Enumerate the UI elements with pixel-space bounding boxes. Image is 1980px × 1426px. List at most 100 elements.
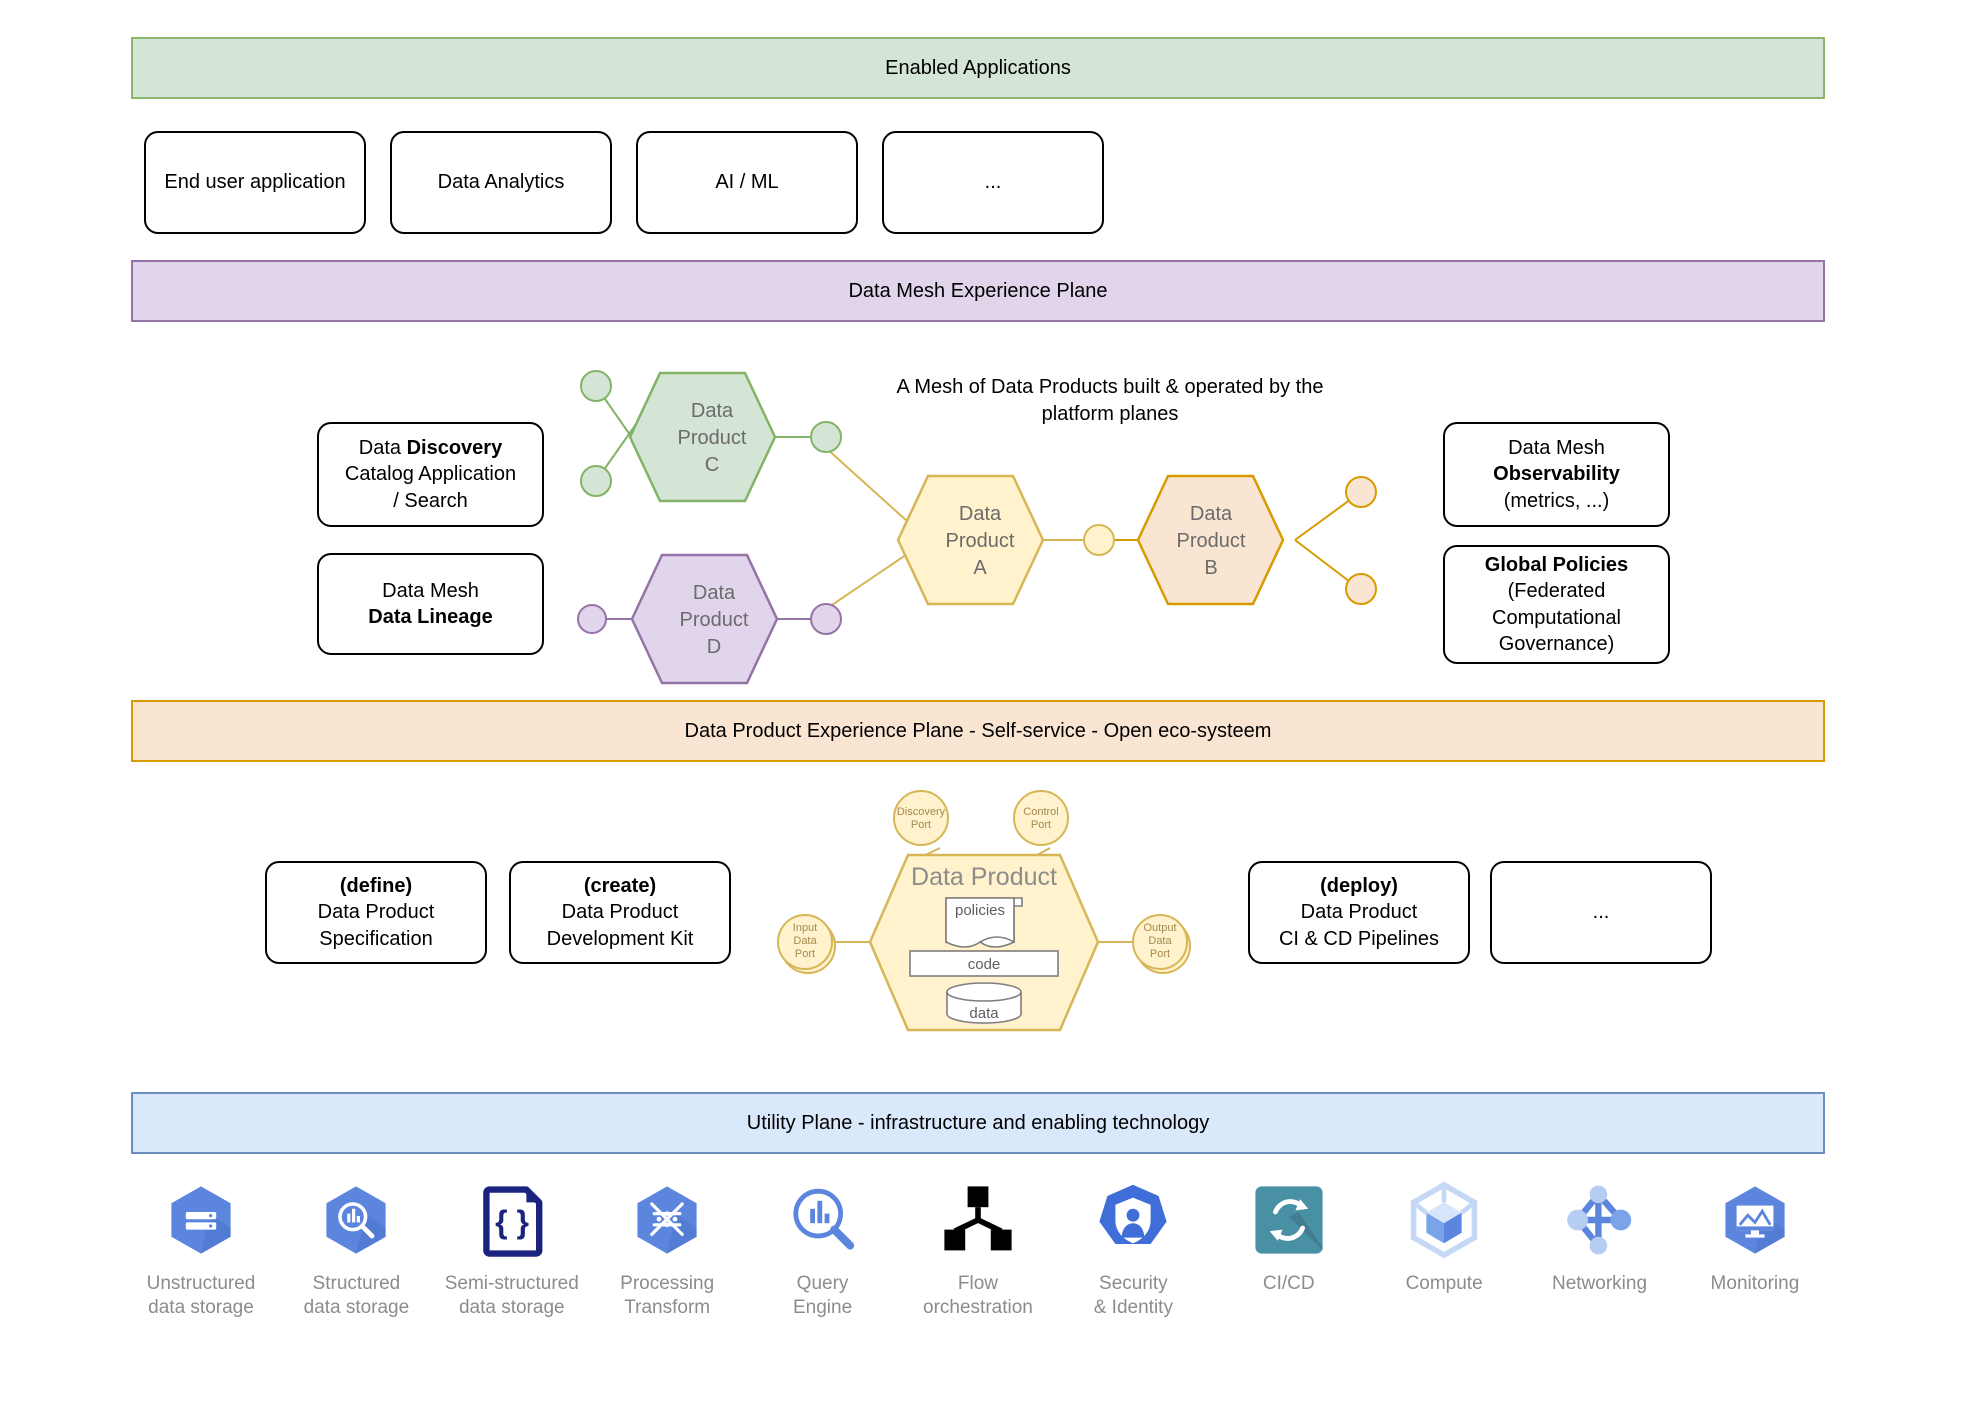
utility-item-label: Flow orchestration <box>923 1273 1033 1318</box>
utility-item-label: Unstructured data storage <box>146 1273 256 1318</box>
box-line: / Search <box>393 489 468 512</box>
svg-text:Control: Control <box>1023 806 1058 818</box>
utility-item-label: Processing Transform <box>620 1273 715 1318</box>
svg-text:policies: policies <box>955 902 1005 919</box>
networking-icon <box>1566 1185 1631 1255</box>
application-box-ai-ml[interactable]: AI / ML <box>636 131 858 234</box>
box-line: Data Lineage <box>368 606 493 628</box>
svg-text:Output: Output <box>1143 922 1176 934</box>
svg-text:Discovery: Discovery <box>897 806 946 818</box>
application-label: ... <box>984 171 1002 194</box>
utility-item-query-engine[interactable]: Query Engine <box>753 1180 893 1319</box>
box-define-data-product-specification[interactable]: (define) Data Product Specification <box>265 861 487 964</box>
svg-text:data: data <box>969 1005 999 1022</box>
box-line: Data Mesh <box>1508 436 1605 459</box>
box-data-lineage[interactable]: Data Mesh Data Lineage <box>317 553 544 655</box>
hexagon-data-product-b: Data Product B <box>1136 474 1285 606</box>
utility-item-label: Monitoring <box>1710 1273 1800 1294</box>
application-box-data-analytics[interactable]: Data Analytics <box>390 131 612 234</box>
utility-item-compute[interactable]: Compute <box>1374 1180 1514 1296</box>
box-global-policies[interactable]: Global Policies (Federated Computational… <box>1443 545 1670 664</box>
svg-text:Product: Product <box>680 609 749 631</box>
application-box-end-user[interactable]: End user application <box>144 131 366 234</box>
application-label: AI / ML <box>715 171 779 194</box>
data-product-anatomy: Data Product policies code data Discover… <box>777 790 1191 1032</box>
flow-orchestration-icon <box>944 1186 1012 1251</box>
box-data-mesh-observability[interactable]: Data Mesh Observability (metrics, ...) <box>1443 422 1670 527</box>
box-line: Catalog Application <box>344 463 517 486</box>
box-line: (Federated <box>1507 580 1606 603</box>
utility-item-label: Networking <box>1551 1273 1648 1294</box>
svg-text:Product: Product <box>946 530 1015 552</box>
application-box-more[interactable]: ... <box>882 131 1104 234</box>
structured-data-storage-icon <box>326 1186 386 1254</box>
cicd-icon <box>1255 1186 1323 1254</box>
utility-item-structured-data-storage[interactable]: Structured data storage <box>286 1180 426 1319</box>
box-line: Specification <box>319 927 433 950</box>
compute-icon <box>1410 1181 1478 1259</box>
security-identity-icon <box>1099 1184 1167 1244</box>
svg-text:Port: Port <box>1031 819 1051 831</box>
box-line: Computational <box>1492 606 1621 629</box>
hexagon-data-product-a: Data Product A <box>896 474 1045 606</box>
svg-text:A: A <box>973 557 987 579</box>
application-label: End user application <box>164 171 346 194</box>
plane-utility-label: Utility Plane - infrastructure and enabl… <box>746 1111 1210 1134</box>
control-port: Control Port <box>1013 790 1069 846</box>
utility-item-semi-structured-data-storage[interactable]: { } Semi-structured data storage <box>442 1180 582 1319</box>
svg-text:Data: Data <box>691 400 734 422</box>
box-line: Data Product <box>317 901 435 924</box>
utility-item-monitoring[interactable]: Monitoring <box>1685 1180 1825 1296</box>
box-data-discovery[interactable]: Data Discovery Catalog Application / Sea… <box>317 422 544 527</box>
monitoring-icon <box>1725 1186 1785 1254</box>
utility-item-label: Query Engine <box>792 1273 853 1318</box>
box-deploy-data-product-cicd-pipelines[interactable]: (deploy) Data Product CI & CD Pipelines <box>1248 861 1470 964</box>
box-create-data-product-development-kit[interactable]: (create) Data Product Development Kit <box>509 861 731 964</box>
utility-item-processing-transform[interactable]: Processing Transform <box>597 1180 737 1319</box>
code-box-icon: code <box>909 950 1059 977</box>
box-line: (metrics, ...) <box>1503 489 1610 512</box>
box-line: (deploy) <box>1320 874 1398 897</box>
svg-text:code: code <box>968 956 1001 973</box>
box-line: (define) <box>339 874 413 897</box>
box-line: ... <box>1592 901 1610 924</box>
utility-item-networking[interactable]: Networking <box>1530 1180 1670 1296</box>
hexagon-data-product-d: Data Product D <box>630 553 779 685</box>
utility-item-flow-orchestration[interactable]: Flow orchestration <box>908 1180 1048 1319</box>
box-lifecycle-more[interactable]: ... <box>1490 861 1712 964</box>
svg-text:Product: Product <box>678 427 747 449</box>
diagram-canvas: Enabled Applications End user applicatio… <box>0 0 1980 1426</box>
mesh-note-line2: platform planes <box>1041 403 1179 425</box>
box-line: Data Discovery <box>358 436 503 459</box>
svg-text:Data: Data <box>693 582 736 604</box>
svg-text:{ }: { } <box>495 1204 529 1240</box>
utility-icon-row: Unstructured data storage Structured dat… <box>131 1180 1825 1370</box>
mesh-note: A Mesh of Data Products built & operated… <box>860 374 1360 428</box>
utility-item-label: Security & Identity <box>1093 1273 1173 1318</box>
semi-structured-data-storage-icon: { } <box>482 1186 543 1257</box>
utility-item-unstructured-data-storage[interactable]: Unstructured data storage <box>131 1180 271 1319</box>
box-line: CI & CD Pipelines <box>1278 927 1440 950</box>
utility-item-label: CI/CD <box>1262 1273 1315 1294</box>
svg-text:C: C <box>705 454 719 476</box>
plane-enabled-applications-label: Enabled Applications <box>885 56 1071 79</box>
svg-text:Port: Port <box>911 819 931 831</box>
svg-text:Port: Port <box>795 948 815 960</box>
discovery-port: Discovery Port <box>893 790 949 846</box>
plane-data-product-experience: Data Product Experience Plane - Self-ser… <box>131 700 1825 762</box>
output-data-port: Output Data Port <box>1132 914 1191 974</box>
utility-item-cicd[interactable]: CI/CD <box>1219 1180 1359 1296</box>
svg-text:Data: Data <box>1148 935 1172 947</box>
svg-text:B: B <box>1204 557 1217 579</box>
policies-document-icon: policies <box>945 897 1023 948</box>
box-line: Observability <box>1493 463 1620 486</box>
input-data-port: Input Data Port <box>777 914 836 974</box>
utility-item-security-identity[interactable]: Security & Identity <box>1063 1180 1203 1319</box>
plane-utility: Utility Plane - infrastructure and enabl… <box>131 1092 1825 1154</box>
unstructured-data-storage-icon <box>171 1186 231 1254</box>
box-line: Global Policies <box>1484 553 1629 576</box>
query-engine-icon <box>792 1188 854 1250</box>
data-product-title: Data Product <box>911 863 1057 891</box>
plane-data-mesh-experience: Data Mesh Experience Plane <box>131 260 1825 322</box>
hexagon-data-product-c: Data Product C <box>628 371 777 503</box>
